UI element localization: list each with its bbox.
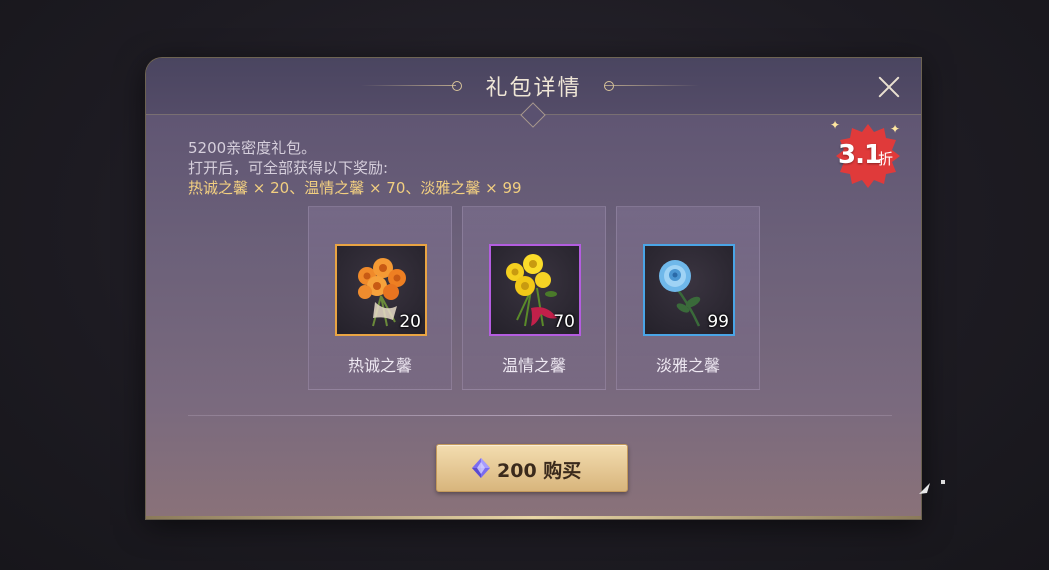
gift-description: 5200亲密度礼包。 打开后，可全部获得以下奖励: 热诚之馨 × 20、温情之馨… <box>188 138 522 198</box>
item-name: 热诚之馨 <box>347 356 412 375</box>
item-count: 20 <box>399 312 421 332</box>
item-count: 70 <box>553 312 575 332</box>
reward-item-card[interactable]: 20 热诚之馨 <box>308 206 452 390</box>
item-frame-blue: 99 <box>643 244 735 336</box>
section-divider <box>188 415 892 416</box>
buy-price: 200 <box>497 460 537 482</box>
mouse-cursor-icon <box>919 483 930 494</box>
item-name: 温情之馨 <box>501 356 566 375</box>
description-line-2: 打开后，可全部获得以下奖励: <box>188 159 389 177</box>
discount-value: 3.1 <box>838 140 882 170</box>
description-line-1: 5200亲密度礼包。 <box>188 139 317 157</box>
buy-button-label: 200 购买 <box>497 456 581 483</box>
item-frame-purple: 70 <box>489 244 581 336</box>
dialog-title: 礼包详情 <box>485 76 582 101</box>
sparkle-icon: ✦ <box>890 122 901 136</box>
buy-label: 购买 <box>543 460 582 482</box>
discount-unit: 折 <box>878 150 894 168</box>
item-frame-orange: 20 <box>335 244 427 336</box>
discount-badge: 3.1 折 ✦ ✦ <box>830 118 902 190</box>
item-count: 99 <box>707 312 729 332</box>
description-rewards: 热诚之馨 × 20、温情之馨 × 70、淡雅之馨 × 99 <box>188 179 522 197</box>
item-name: 淡雅之馨 <box>655 356 720 375</box>
buy-button[interactable]: 200 购买 <box>436 444 628 492</box>
sparkle-icon: ✦ <box>830 118 841 132</box>
gift-pack-dialog: 礼包详情 5200亲密度礼包。 打开后，可全部获得以下奖励: 热诚之馨 × 20… <box>146 58 921 519</box>
title-ornament-right <box>604 85 699 86</box>
diamond-gem-icon <box>472 458 490 478</box>
title-dot-right <box>604 81 614 91</box>
cursor-sparkle <box>941 480 945 484</box>
reward-item-card[interactable]: 99 淡雅之馨 <box>616 206 760 390</box>
reward-item-card[interactable]: 70 温情之馨 <box>462 206 606 390</box>
close-icon[interactable] <box>874 72 904 102</box>
